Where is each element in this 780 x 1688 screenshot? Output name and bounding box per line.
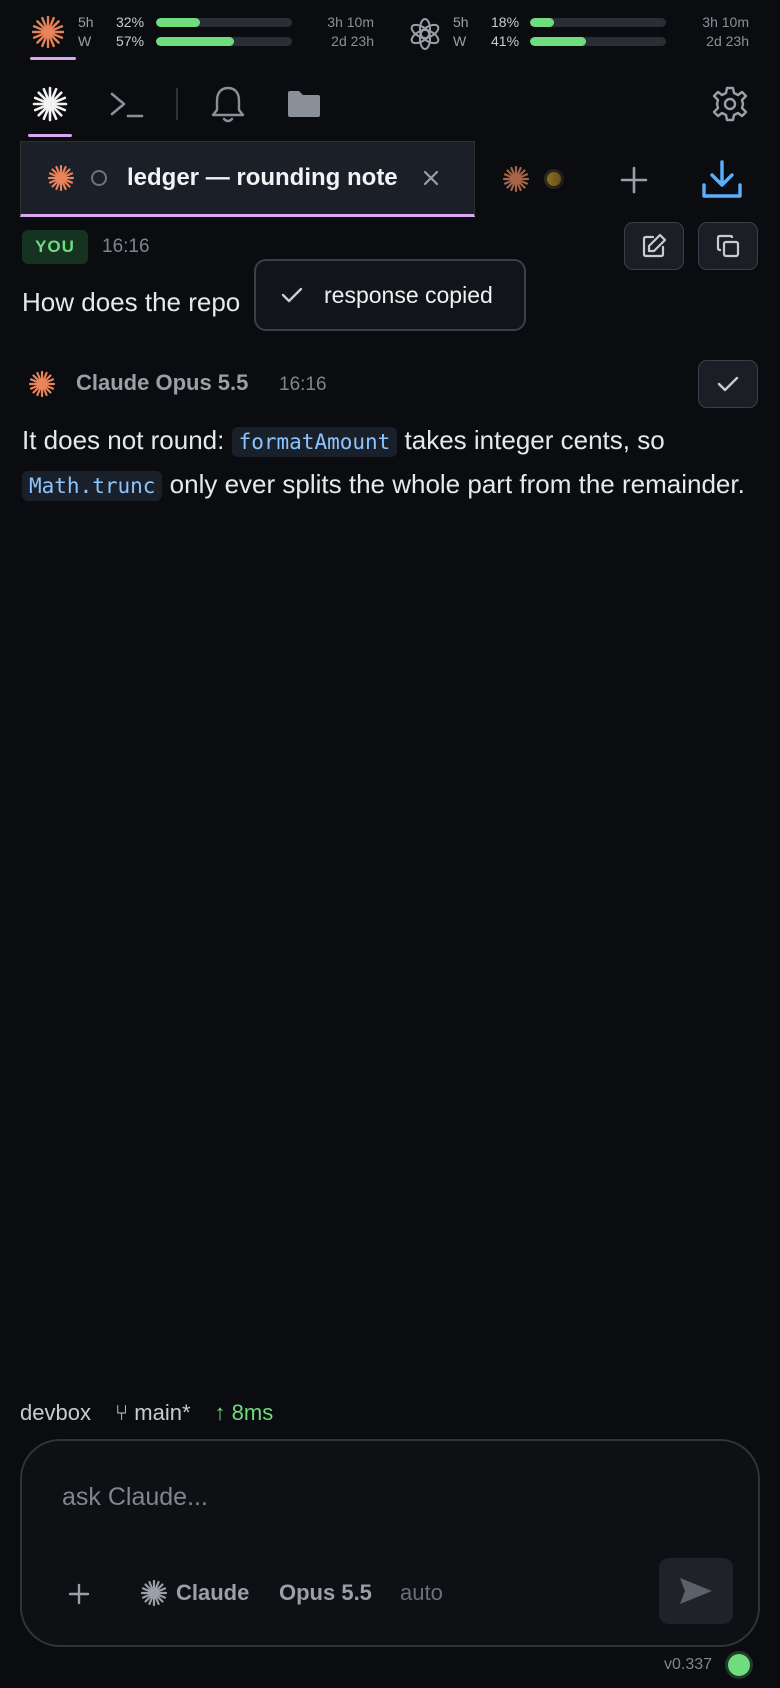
model-selector[interactable]: Opus 5.5 [279, 1580, 372, 1606]
openai-logo-icon[interactable] [405, 14, 445, 54]
usage-claude-5h-bar [156, 18, 292, 27]
usage-claude-5h-label: 5h [78, 14, 94, 30]
user-badge: YOU [22, 230, 88, 264]
claude-starburst-icon[interactable] [28, 12, 68, 52]
usage-openai-5h-reset: 3h 10m [702, 14, 749, 30]
close-icon[interactable] [422, 169, 440, 187]
claude-starburst-icon [47, 164, 75, 192]
usage-openai-5h-label: 5h [453, 14, 469, 30]
tabs-fade [530, 141, 590, 217]
terminal-button[interactable] [98, 76, 154, 132]
host-name: devbox [20, 1400, 91, 1425]
composer: ask Claude... Claude Opus 5.5 auto [20, 1439, 760, 1647]
assistant-text-segment: takes integer cents, so [397, 425, 665, 455]
usage-selected-indicator [30, 57, 76, 60]
usage-claude-5h-reset: 3h 10m [327, 14, 374, 30]
files-button[interactable] [276, 76, 332, 132]
version-label: v0.337 [664, 1656, 713, 1673]
download-icon [702, 160, 742, 198]
prompt-input[interactable]: ask Claude... [62, 1483, 208, 1512]
toolbar-divider [176, 88, 178, 120]
usage-openai-week-bar [530, 37, 666, 46]
user-message-text: How does the repo [22, 287, 241, 317]
usage-claude-week-bar [156, 37, 292, 46]
usage-openai-week-percent: 41% [491, 33, 520, 49]
assistant-message-time: 16:16 [279, 374, 327, 395]
latency-indicator: ↑ 8ms [214, 1400, 274, 1425]
inline-code-format-amount: formatAmount [231, 427, 398, 457]
inline-code-math-trunc: Math.trunc [22, 471, 163, 501]
claude-view-button[interactable] [22, 76, 78, 132]
claude-starburst-icon [28, 370, 56, 398]
tab-title: ledger — rounding note [127, 164, 398, 191]
assistant-model-name: Claude Opus 5.5 [76, 370, 249, 395]
usage-strip: 5h 32% 3h 10m W 57% 2d 23h 5h 18% 3h 10m… [0, 0, 780, 60]
connection-status-dot [728, 1654, 750, 1676]
assistant-text-segment: It does not round: [22, 425, 232, 455]
git-branch[interactable]: ⑂ main* [115, 1400, 191, 1426]
toolbar-selected-indicator [28, 134, 72, 137]
new-tab-button[interactable] [606, 152, 662, 208]
usage-claude-week-reset: 2d 23h [331, 33, 374, 49]
plus-icon [68, 1583, 90, 1605]
usage-openai-5h-percent: 18% [491, 14, 520, 30]
usage-openai-week-reset: 2d 23h [706, 33, 749, 49]
agent-selector[interactable]: Claude [140, 1573, 249, 1613]
usage-claude-week-percent: 57% [116, 33, 145, 49]
plus-icon [620, 166, 648, 194]
agent-label: Claude [176, 1580, 250, 1605]
claude-starburst-icon [140, 1579, 168, 1607]
copy-icon [716, 234, 740, 258]
download-button[interactable] [694, 152, 750, 208]
status-line: devbox ⑂ main* ↑ 8ms [20, 1400, 273, 1426]
copy-message-button[interactable] [698, 222, 758, 270]
send-button[interactable] [659, 1558, 733, 1624]
checkmark-icon [717, 376, 739, 392]
terminal-icon [110, 92, 144, 118]
mode-selector[interactable]: auto [400, 1580, 443, 1606]
notifications-button[interactable] [200, 76, 256, 132]
gear-icon [712, 86, 748, 122]
toast-text: response copied [324, 281, 493, 308]
assistant-text-segment: only ever splits the whole part from the… [162, 469, 745, 499]
assistant-message-text: It does not round: formatAmount takes in… [22, 419, 762, 507]
edit-message-button[interactable] [624, 222, 684, 270]
settings-button[interactable] [702, 76, 758, 132]
tab-ledger-rounding-note[interactable]: ledger — rounding note [20, 141, 475, 217]
claude-starburst-icon [502, 165, 530, 193]
user-message-time: 16:16 [102, 236, 150, 257]
bell-icon [211, 86, 245, 123]
attach-button[interactable] [62, 1577, 96, 1611]
folder-icon [288, 91, 320, 117]
copied-toast: response copied [254, 259, 526, 331]
edit-icon [642, 233, 667, 258]
copy-response-button-copied[interactable] [698, 360, 758, 408]
usage-openai-5h-bar [530, 18, 666, 27]
checkmark-icon [281, 287, 303, 303]
claude-starburst-icon [32, 86, 68, 122]
tab-status-idle-icon [91, 170, 107, 186]
usage-openai-week-label: W [453, 33, 467, 49]
send-icon [680, 1578, 712, 1604]
usage-claude-5h-percent: 32% [116, 14, 145, 30]
usage-claude-week-label: W [78, 33, 92, 49]
